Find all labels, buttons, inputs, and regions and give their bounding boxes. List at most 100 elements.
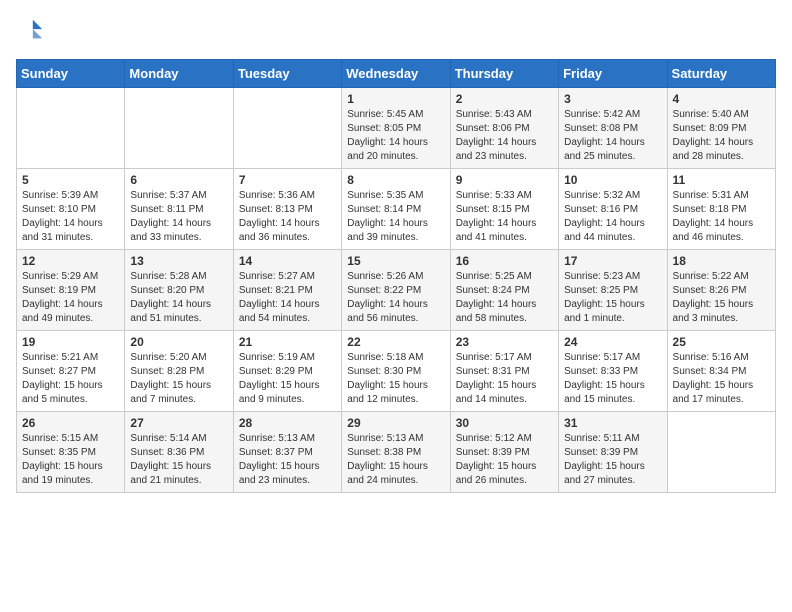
day-info: Sunrise: 5:12 AM Sunset: 8:39 PM Dayligh… bbox=[456, 432, 553, 488]
day-info: Sunrise: 5:27 AM Sunset: 8:21 PM Dayligh… bbox=[239, 270, 336, 326]
day-info: Sunrise: 5:25 AM Sunset: 8:24 PM Dayligh… bbox=[456, 270, 553, 326]
calendar-cell bbox=[125, 88, 233, 169]
calendar-week-4: 19 Sunrise: 5:21 AM Sunset: 8:27 PM Dayli… bbox=[17, 331, 776, 412]
day-number: 14 bbox=[239, 254, 336, 268]
day-info: Sunrise: 5:40 AM Sunset: 8:09 PM Dayligh… bbox=[673, 108, 770, 164]
day-number: 16 bbox=[456, 254, 553, 268]
day-info: Sunrise: 5:17 AM Sunset: 8:33 PM Dayligh… bbox=[564, 351, 661, 407]
calendar-cell: 10 Sunrise: 5:32 AM Sunset: 8:16 PM Dayli… bbox=[559, 169, 667, 250]
day-number: 2 bbox=[456, 92, 553, 106]
day-info: Sunrise: 5:39 AM Sunset: 8:10 PM Dayligh… bbox=[22, 189, 119, 245]
day-info: Sunrise: 5:13 AM Sunset: 8:37 PM Dayligh… bbox=[239, 432, 336, 488]
day-info: Sunrise: 5:22 AM Sunset: 8:26 PM Dayligh… bbox=[673, 270, 770, 326]
calendar-cell: 26 Sunrise: 5:15 AM Sunset: 8:35 PM Dayli… bbox=[17, 412, 125, 493]
day-number: 10 bbox=[564, 173, 661, 187]
day-number: 27 bbox=[130, 416, 227, 430]
day-number: 28 bbox=[239, 416, 336, 430]
calendar-cell: 18 Sunrise: 5:22 AM Sunset: 8:26 PM Dayli… bbox=[667, 250, 775, 331]
day-info: Sunrise: 5:20 AM Sunset: 8:28 PM Dayligh… bbox=[130, 351, 227, 407]
day-number: 7 bbox=[239, 173, 336, 187]
weekday-header-tuesday: Tuesday bbox=[233, 60, 341, 88]
calendar-cell: 27 Sunrise: 5:14 AM Sunset: 8:36 PM Dayli… bbox=[125, 412, 233, 493]
day-number: 17 bbox=[564, 254, 661, 268]
day-info: Sunrise: 5:29 AM Sunset: 8:19 PM Dayligh… bbox=[22, 270, 119, 326]
day-info: Sunrise: 5:45 AM Sunset: 8:05 PM Dayligh… bbox=[347, 108, 444, 164]
day-info: Sunrise: 5:17 AM Sunset: 8:31 PM Dayligh… bbox=[456, 351, 553, 407]
day-number: 25 bbox=[673, 335, 770, 349]
day-info: Sunrise: 5:21 AM Sunset: 8:27 PM Dayligh… bbox=[22, 351, 119, 407]
calendar-cell: 25Sunrise: 5:16 AM Sunset: 8:34 PM Dayli… bbox=[667, 331, 775, 412]
weekday-header-thursday: Thursday bbox=[450, 60, 558, 88]
day-number: 18 bbox=[673, 254, 770, 268]
calendar-cell: 22 Sunrise: 5:18 AM Sunset: 8:30 PM Dayli… bbox=[342, 331, 450, 412]
day-info: Sunrise: 5:13 AM Sunset: 8:38 PM Dayligh… bbox=[347, 432, 444, 488]
calendar-cell: 24 Sunrise: 5:17 AM Sunset: 8:33 PM Dayli… bbox=[559, 331, 667, 412]
calendar-week-1: 1Sunrise: 5:45 AM Sunset: 8:05 PM Daylig… bbox=[17, 88, 776, 169]
day-number: 13 bbox=[130, 254, 227, 268]
day-number: 6 bbox=[130, 173, 227, 187]
calendar-cell: 1Sunrise: 5:45 AM Sunset: 8:05 PM Daylig… bbox=[342, 88, 450, 169]
day-number: 12 bbox=[22, 254, 119, 268]
day-info: Sunrise: 5:43 AM Sunset: 8:06 PM Dayligh… bbox=[456, 108, 553, 164]
day-info: Sunrise: 5:35 AM Sunset: 8:14 PM Dayligh… bbox=[347, 189, 444, 245]
logo bbox=[16, 16, 46, 49]
weekday-header-friday: Friday bbox=[559, 60, 667, 88]
day-info: Sunrise: 5:14 AM Sunset: 8:36 PM Dayligh… bbox=[130, 432, 227, 488]
calendar-cell: 5 Sunrise: 5:39 AM Sunset: 8:10 PM Daylig… bbox=[17, 169, 125, 250]
calendar-cell: 20 Sunrise: 5:20 AM Sunset: 8:28 PM Dayli… bbox=[125, 331, 233, 412]
day-number: 3 bbox=[564, 92, 661, 106]
day-info: Sunrise: 5:11 AM Sunset: 8:39 PM Dayligh… bbox=[564, 432, 661, 488]
weekday-header-sunday: Sunday bbox=[17, 60, 125, 88]
day-number: 20 bbox=[130, 335, 227, 349]
calendar-cell: 7 Sunrise: 5:36 AM Sunset: 8:13 PM Daylig… bbox=[233, 169, 341, 250]
calendar-cell: 2 Sunrise: 5:43 AM Sunset: 8:06 PM Daylig… bbox=[450, 88, 558, 169]
day-number: 5 bbox=[22, 173, 119, 187]
day-number: 23 bbox=[456, 335, 553, 349]
calendar-table: SundayMondayTuesdayWednesdayThursdayFrid… bbox=[16, 59, 776, 493]
calendar-cell: 4Sunrise: 5:40 AM Sunset: 8:09 PM Daylig… bbox=[667, 88, 775, 169]
calendar-cell: 15 Sunrise: 5:26 AM Sunset: 8:22 PM Dayli… bbox=[342, 250, 450, 331]
day-number: 9 bbox=[456, 173, 553, 187]
day-info: Sunrise: 5:36 AM Sunset: 8:13 PM Dayligh… bbox=[239, 189, 336, 245]
day-number: 29 bbox=[347, 416, 444, 430]
calendar-week-2: 5 Sunrise: 5:39 AM Sunset: 8:10 PM Daylig… bbox=[17, 169, 776, 250]
day-number: 31 bbox=[564, 416, 661, 430]
day-number: 22 bbox=[347, 335, 444, 349]
calendar-week-5: 26 Sunrise: 5:15 AM Sunset: 8:35 PM Dayli… bbox=[17, 412, 776, 493]
day-info: Sunrise: 5:33 AM Sunset: 8:15 PM Dayligh… bbox=[456, 189, 553, 245]
day-info: Sunrise: 5:37 AM Sunset: 8:11 PM Dayligh… bbox=[130, 189, 227, 245]
day-number: 26 bbox=[22, 416, 119, 430]
day-number: 19 bbox=[22, 335, 119, 349]
calendar-cell bbox=[667, 412, 775, 493]
day-number: 24 bbox=[564, 335, 661, 349]
day-number: 30 bbox=[456, 416, 553, 430]
calendar-cell: 28 Sunrise: 5:13 AM Sunset: 8:37 PM Dayli… bbox=[233, 412, 341, 493]
calendar-cell: 31 Sunrise: 5:11 AM Sunset: 8:39 PM Dayli… bbox=[559, 412, 667, 493]
day-info: Sunrise: 5:31 AM Sunset: 8:18 PM Dayligh… bbox=[673, 189, 770, 245]
day-info: Sunrise: 5:42 AM Sunset: 8:08 PM Dayligh… bbox=[564, 108, 661, 164]
day-info: Sunrise: 5:18 AM Sunset: 8:30 PM Dayligh… bbox=[347, 351, 444, 407]
calendar-cell: 23 Sunrise: 5:17 AM Sunset: 8:31 PM Dayli… bbox=[450, 331, 558, 412]
calendar-cell: 29 Sunrise: 5:13 AM Sunset: 8:38 PM Dayli… bbox=[342, 412, 450, 493]
day-info: Sunrise: 5:23 AM Sunset: 8:25 PM Dayligh… bbox=[564, 270, 661, 326]
calendar-cell: 8 Sunrise: 5:35 AM Sunset: 8:14 PM Daylig… bbox=[342, 169, 450, 250]
calendar-cell: 13Sunrise: 5:28 AM Sunset: 8:20 PM Dayli… bbox=[125, 250, 233, 331]
day-info: Sunrise: 5:26 AM Sunset: 8:22 PM Dayligh… bbox=[347, 270, 444, 326]
day-info: Sunrise: 5:32 AM Sunset: 8:16 PM Dayligh… bbox=[564, 189, 661, 245]
calendar-cell: 21 Sunrise: 5:19 AM Sunset: 8:29 PM Dayli… bbox=[233, 331, 341, 412]
day-number: 15 bbox=[347, 254, 444, 268]
calendar-cell: 17 Sunrise: 5:23 AM Sunset: 8:25 PM Dayli… bbox=[559, 250, 667, 331]
calendar-cell: 3 Sunrise: 5:42 AM Sunset: 8:08 PM Daylig… bbox=[559, 88, 667, 169]
logo-icon bbox=[16, 16, 44, 44]
day-number: 21 bbox=[239, 335, 336, 349]
day-number: 8 bbox=[347, 173, 444, 187]
calendar-cell: 30 Sunrise: 5:12 AM Sunset: 8:39 PM Dayli… bbox=[450, 412, 558, 493]
calendar-cell: 16 Sunrise: 5:25 AM Sunset: 8:24 PM Dayli… bbox=[450, 250, 558, 331]
page-header bbox=[16, 16, 776, 49]
day-number: 11 bbox=[673, 173, 770, 187]
calendar-cell: 9 Sunrise: 5:33 AM Sunset: 8:15 PM Daylig… bbox=[450, 169, 558, 250]
weekday-header-wednesday: Wednesday bbox=[342, 60, 450, 88]
calendar-cell: 14 Sunrise: 5:27 AM Sunset: 8:21 PM Dayli… bbox=[233, 250, 341, 331]
day-info: Sunrise: 5:15 AM Sunset: 8:35 PM Dayligh… bbox=[22, 432, 119, 488]
day-info: Sunrise: 5:19 AM Sunset: 8:29 PM Dayligh… bbox=[239, 351, 336, 407]
